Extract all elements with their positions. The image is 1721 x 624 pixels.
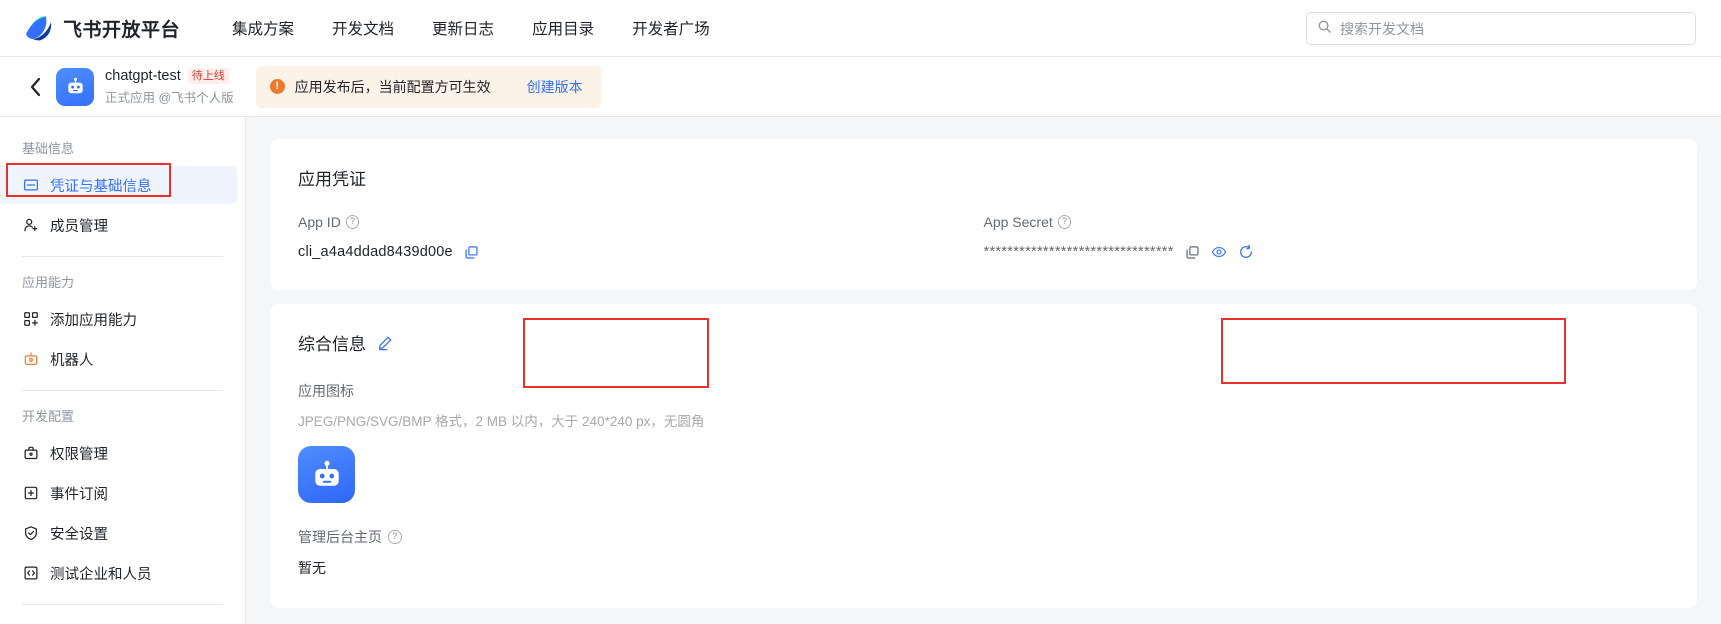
sidebar-item-members[interactable]: 成员管理: [0, 206, 237, 244]
credentials-card: 应用凭证 App ID ? cli_a4a4ddad8439d00e App S…: [270, 139, 1697, 290]
app-icon-label: 应用图标: [298, 383, 354, 399]
status-badge: 待上线: [187, 67, 229, 84]
sidebar-item-permissions[interactable]: 权限管理: [0, 434, 237, 472]
info-card-title: 综合信息: [298, 335, 366, 354]
briefcase-lock-icon: [22, 445, 39, 462]
brand-name: 飞书开放平台: [63, 19, 181, 41]
app-id-column: App ID ? cli_a4a4ddad8439d00e: [298, 214, 984, 260]
app-secret-label: App Secret: [983, 214, 1053, 230]
back-button[interactable]: [14, 77, 56, 97]
publish-notice-banner: ! 应用发布后，当前配置方可生效 创建版本: [255, 65, 601, 108]
sidebar-group-title-basic: 基础信息: [22, 141, 75, 156]
feishu-logo-icon: [24, 14, 54, 42]
info-card: 综合信息 应用图标 JPEG/PNG/SVG/BMP 格式，2 MB 以内，大于…: [270, 304, 1697, 608]
app-header-bar: chatgpt-test 待上线 正式应用 @飞书个人版 ! 应用发布后，当前配…: [0, 57, 1721, 117]
question-mark-icon[interactable]: ?: [345, 215, 360, 229]
app-meta: chatgpt-test 待上线 正式应用 @飞书个人版: [105, 67, 234, 106]
credentials-grid: App ID ? cli_a4a4ddad8439d00e App Secret…: [298, 214, 1669, 260]
search-box[interactable]: [1306, 12, 1696, 45]
info-card-title-row: 综合信息: [298, 330, 1669, 355]
sidebar-item-label: 凭证与基础信息: [50, 178, 152, 195]
user-add-icon: [22, 217, 39, 234]
admin-home-label-row: 管理后台主页 ?: [298, 527, 1669, 547]
sidebar-item-robot[interactable]: 机器人: [0, 340, 237, 378]
app-id-value: cli_a4a4ddad8439d00e: [298, 244, 453, 260]
square-plus-icon: [22, 485, 39, 502]
sidebar-item-label: 添加应用能力: [50, 312, 137, 329]
app-icon-preview[interactable]: [298, 446, 355, 503]
sidebar-item-add-capability[interactable]: 添加应用能力: [0, 300, 237, 338]
app-avatar-icon: [56, 67, 94, 106]
sidebar-item-label: 成员管理: [50, 218, 108, 235]
credentials-card-title: 应用凭证: [298, 170, 366, 189]
app-secret-value: ********************************: [983, 244, 1174, 260]
copy-icon[interactable]: [1185, 245, 1200, 260]
nav-link-integration[interactable]: 集成方案: [232, 17, 294, 39]
sidebar-divider: [22, 604, 223, 605]
grid-add-icon: [22, 311, 39, 328]
sidebar-item-event-subscription[interactable]: 事件订阅: [0, 474, 237, 512]
sidebar-item-label: 测试企业和人员: [50, 566, 152, 583]
app-id-label: App ID: [298, 214, 341, 230]
sidebar: 基础信息 凭证与基础信息 成员管理 应用能力 添加应用能力 机器人 开发配置 权…: [0, 117, 246, 624]
copy-icon[interactable]: [464, 245, 479, 260]
sidebar-divider: [22, 256, 223, 257]
app-secret-value-row: ********************************: [984, 244, 1670, 260]
nav-link-docs[interactable]: 开发文档: [332, 17, 394, 39]
create-version-link[interactable]: 创建版本: [527, 77, 583, 97]
app-secret-column: App Secret ? ***************************…: [984, 214, 1670, 260]
sidebar-item-label: 安全设置: [50, 526, 108, 543]
credential-card-icon: [22, 177, 39, 194]
search-icon: [1317, 19, 1332, 39]
shield-check-icon: [22, 525, 39, 542]
refresh-icon[interactable]: [1238, 244, 1254, 260]
eye-icon[interactable]: [1211, 244, 1227, 260]
nav-link-developer-plaza[interactable]: 开发者广场: [632, 17, 710, 39]
robot-icon: [22, 351, 39, 368]
pencil-edit-icon[interactable]: [377, 335, 393, 351]
sidebar-item-security[interactable]: 安全设置: [0, 514, 237, 552]
code-brackets-icon: [22, 565, 39, 582]
sidebar-group-title-capability: 应用能力: [22, 275, 75, 290]
admin-home-label: 管理后台主页: [298, 529, 382, 545]
main-content: 应用凭证 App ID ? cli_a4a4ddad8439d00e App S…: [246, 117, 1721, 624]
app-name: chatgpt-test: [105, 67, 181, 84]
body-container: 基础信息 凭证与基础信息 成员管理 应用能力 添加应用能力 机器人 开发配置 权…: [0, 117, 1721, 624]
top-navigation-bar: 飞书开放平台 集成方案 开发文档 更新日志 应用目录 开发者广场: [0, 0, 1721, 57]
nav-links: 集成方案 开发文档 更新日志 应用目录 开发者广场: [232, 17, 710, 39]
app-id-label-row: App ID ?: [298, 214, 984, 230]
app-subtitle: 正式应用 @飞书个人版: [105, 90, 234, 105]
banner-text: 应用发布后，当前配置方可生效: [294, 78, 491, 95]
app-title-row: chatgpt-test 待上线: [105, 67, 234, 84]
sidebar-item-test-org[interactable]: 测试企业和人员: [0, 554, 237, 592]
sidebar-group-title-devconfig: 开发配置: [22, 409, 75, 424]
sidebar-item-label: 机器人: [50, 352, 94, 369]
sidebar-item-label: 权限管理: [50, 446, 108, 463]
nav-link-app-directory[interactable]: 应用目录: [532, 17, 594, 39]
question-mark-icon[interactable]: ?: [1057, 215, 1072, 229]
app-id-value-row: cli_a4a4ddad8439d00e: [298, 244, 984, 260]
app-icon-description: JPEG/PNG/SVG/BMP 格式，2 MB 以内，大于 240*240 p…: [298, 414, 705, 429]
admin-home-value: 暂无: [298, 560, 326, 576]
brand-logo-group[interactable]: 飞书开放平台: [24, 14, 180, 42]
sidebar-item-credentials[interactable]: 凭证与基础信息: [0, 166, 237, 204]
sidebar-item-label: 事件订阅: [50, 486, 108, 503]
app-secret-label-row: App Secret ?: [984, 214, 1670, 230]
warning-icon: !: [269, 79, 285, 94]
sidebar-divider: [22, 390, 223, 391]
nav-link-changelog[interactable]: 更新日志: [432, 17, 494, 39]
question-mark-icon[interactable]: ?: [388, 530, 402, 544]
search-input[interactable]: [1340, 20, 1685, 37]
